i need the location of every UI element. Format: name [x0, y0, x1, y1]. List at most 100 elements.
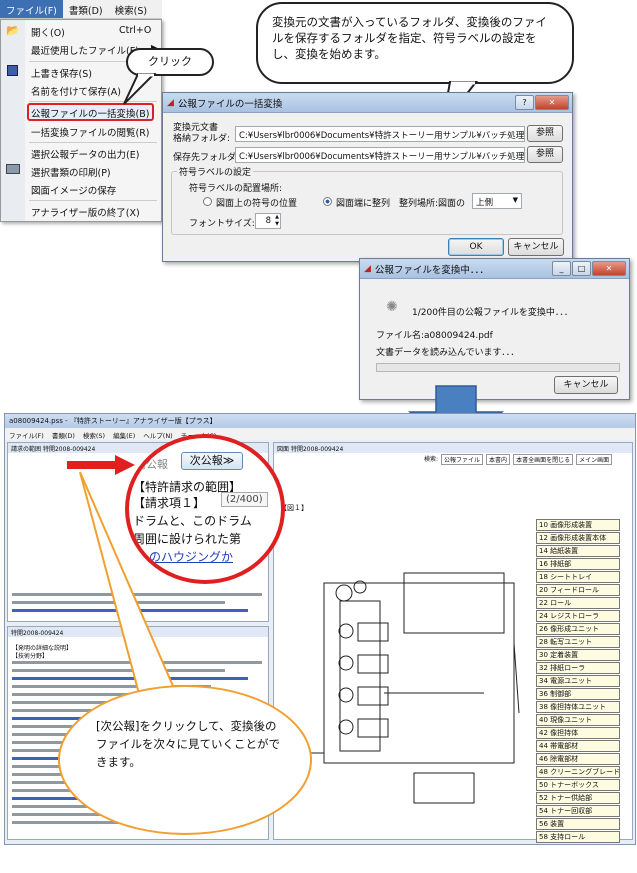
ok-button[interactable]: OK [448, 238, 504, 256]
menu-item-save-as[interactable]: 名前を付けて保存(A) [31, 84, 121, 98]
src-label-2: 格納フォルダ: [173, 134, 231, 144]
menu-item-exit[interactable]: アナライザー版の終了(X) [31, 205, 140, 219]
next-doc-callout: [次公報]をクリックして、変換後のファイルを次々に見ていくことができます。 [58, 685, 312, 835]
shortcut-open: Ctrl+O [119, 25, 152, 36]
part-label: 20 フィードロール [536, 584, 620, 596]
part-label: 34 電源ユニット [536, 675, 620, 687]
toolbar-main-button[interactable]: メイン画面 [576, 454, 613, 465]
part-label: 46 除電部材 [536, 753, 620, 765]
src-folder-input[interactable]: C:¥Users¥lbr0006¥Documents¥特許ストーリー用サンプル¥… [235, 126, 525, 142]
menu-item-export[interactable]: 選択公報データの出力(E) [31, 147, 139, 161]
app-menu-file[interactable]: ファイル(F) [9, 430, 44, 440]
app-menu-search[interactable]: 検索(S) [83, 430, 105, 440]
menu-item-batch-convert[interactable]: 公報ファイルの一括変換(B) [31, 106, 149, 120]
instruction-callout: 変換元の文書が入っているフォルダ、変換後のファイルを保存するフォルダを指定、符号… [256, 2, 574, 84]
printer-icon [6, 164, 20, 174]
chevron-down-icon: ▼ [512, 196, 518, 204]
place-label: 符号ラベルの配置場所: [189, 184, 283, 194]
callout-pointer [123, 73, 157, 105]
cancel-button[interactable]: キャンセル [508, 238, 564, 256]
menubar: ファイル(F) 書類(D) 検索(S) [0, 0, 162, 19]
progress-bar [376, 363, 620, 372]
maximize-button[interactable]: □ [572, 261, 591, 276]
part-label: 16 排紙部 [536, 558, 620, 570]
batch-convert-dialog: ◢ 公報ファイルの一括変換 ? ✕ 変換元文書 格納フォルダ: C:¥Users¥… [162, 92, 573, 262]
app-titlebar: a08009424.pss - 『特許ストーリー』アナライザー版【プラス】 [5, 414, 635, 428]
menu-item-save-image[interactable]: 図面イメージの保存 [31, 183, 116, 197]
menu-search[interactable]: 検索(S) [109, 0, 153, 18]
open-folder-icon: 📂 [6, 24, 20, 37]
minimize-button[interactable]: _ [552, 261, 571, 276]
part-label: 32 排紙ローラ [536, 662, 620, 674]
part-label: 58 支持ロール [536, 831, 620, 843]
menu-item-open[interactable]: 開く(O) [31, 25, 65, 39]
help-button[interactable]: ? [515, 95, 534, 110]
radio-position[interactable] [203, 197, 212, 206]
align-place-label: 整列場所:図面の [399, 199, 466, 209]
next-doc-button[interactable]: 次公報≫ [181, 452, 243, 470]
menu-separator [29, 142, 157, 143]
close-button[interactable]: ✕ [535, 95, 569, 110]
part-label: 56 装置 [536, 818, 620, 830]
toolbar-inbook-button[interactable]: 本書内 [486, 454, 511, 465]
menu-item-recent[interactable]: 最近使用したファイル(F) [31, 43, 139, 57]
part-label: 10 画像形成装置 [536, 519, 620, 531]
browse-dst-button[interactable]: 参照 [527, 146, 563, 163]
progress-title: 公報ファイルを変換中．．． [374, 264, 489, 276]
font-size-spinner[interactable]: 8 ▲ ▼ [255, 213, 281, 229]
group-label: 符号ラベルの設定 [177, 165, 254, 178]
dst-folder-input[interactable]: C:¥Users¥lbr0006¥Documents¥特許ストーリー用サンプル¥… [235, 147, 525, 163]
dst-label: 保存先フォルダ: [173, 153, 240, 163]
menu-document[interactable]: 書類(D) [63, 0, 109, 18]
font-size-value: 8 [265, 216, 271, 226]
toolbar-file-button[interactable]: 公報ファイル [441, 454, 484, 465]
align-select[interactable]: 上側 ▼ [472, 193, 522, 209]
toolbar-close-button[interactable]: 本書全画面を閉じる [513, 454, 574, 465]
part-label: 18 シートトレイ [536, 571, 620, 583]
close-button[interactable]: ✕ [592, 261, 626, 276]
part-label: 24 レジストローラ [536, 610, 620, 622]
app-menu-edit[interactable]: 編集(E) [113, 430, 135, 440]
menu-separator [29, 200, 157, 201]
app-menu-document[interactable]: 書類(D) [52, 430, 75, 440]
loading-spinner-icon: ✺ [386, 299, 398, 315]
drawing-doc-number: 特開2008-009424 [290, 446, 344, 453]
claims-title: 請求の範囲 [11, 446, 42, 453]
menu-item-save[interactable]: 上書き保存(S) [31, 66, 92, 80]
font-size-label: フォントサイズ: [189, 219, 255, 229]
progress-titlebar: ◢ 公報ファイルを変換中．．． _ □ ✕ [360, 259, 629, 279]
save-icon [7, 65, 18, 76]
part-label: 50 トナーボックス [536, 779, 620, 791]
part-label: 28 転写ユニット [536, 636, 620, 648]
part-label: 42 像担持体 [536, 727, 620, 739]
part-label: 38 像担持体ユニット [536, 701, 620, 713]
menu-icon-strip [1, 20, 25, 221]
drawing-pane: 図面 特開2008-009424 検索: 公報ファイル 本書内 本書全画面を閉じ… [273, 442, 633, 843]
browse-src-button[interactable]: 参照 [527, 125, 563, 142]
align-select-value: 上側 [476, 198, 494, 208]
menu-item-print[interactable]: 選択書類の印刷(P) [31, 165, 111, 179]
app-title: a08009424.pss - 『特許ストーリー』アナライザー版【プラス】 [9, 417, 217, 425]
part-label: 14 給紙装置 [536, 545, 620, 557]
click-callout-text: クリック [148, 55, 192, 68]
menu-item-batch-view[interactable]: 一括変換ファイルの閲覧(R) [31, 125, 150, 139]
part-label: 52 トナー供給部 [536, 792, 620, 804]
part-label: 26 像形成ユニット [536, 623, 620, 635]
search-label: 検索: [424, 456, 439, 463]
patent-drawing [304, 572, 520, 804]
part-label: 44 帯電部材 [536, 740, 620, 752]
spinner-arrows-icon[interactable]: ▲ ▼ [275, 214, 279, 228]
detail-doc-number: 特開2008-009424 [11, 630, 64, 637]
drawing-pane-header: 図面 特開2008-009424 [274, 443, 632, 453]
part-label: 12 画像形成装置本体 [536, 532, 620, 544]
radio-align[interactable] [323, 197, 332, 206]
menu-file[interactable]: ファイル(F) [0, 0, 63, 18]
progress-count: 1/200件目の公報ファイルを変換中．．． [412, 308, 573, 318]
part-label: 22 ロール [536, 597, 620, 609]
app-menu-help[interactable]: ヘルプ(N) [143, 430, 172, 440]
drawing-toolbar: 検索: 公報ファイル 本書内 本書全画面を閉じる メイン画面 [424, 454, 613, 465]
detail-field: 【技術分野】 [12, 653, 49, 660]
part-label: 54 トナー回収部 [536, 805, 620, 817]
part-label: 40 現像ユニット [536, 714, 620, 726]
progress-cancel-button[interactable]: キャンセル [554, 376, 618, 394]
